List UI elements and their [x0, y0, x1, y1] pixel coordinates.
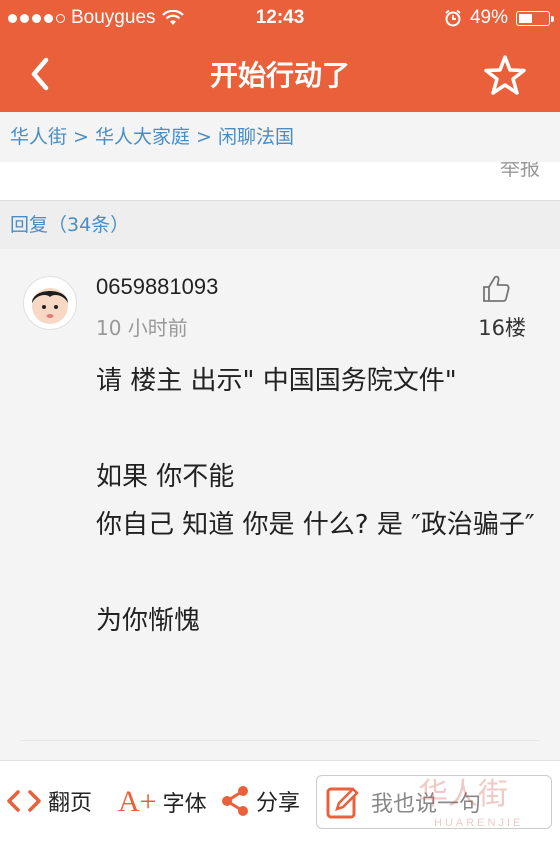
nav-bar: 开始行动了	[0, 36, 560, 112]
username[interactable]: 0659881093	[96, 274, 218, 300]
share-label: 分享	[256, 791, 301, 816]
thumbs-up-icon[interactable]	[480, 273, 512, 305]
floor-number: 16楼	[478, 316, 526, 340]
content-line	[96, 405, 536, 453]
star-icon[interactable]	[484, 54, 526, 96]
report-strip: 举报	[0, 162, 560, 201]
battery-percent: 49%	[469, 7, 508, 28]
post-content: 请 楼主 出示" 中国国务院文件" 如果 你不能 你自己 知道 你是 什么? 是…	[96, 357, 536, 645]
bottom-toolbar: 翻页 A+ 字体 分享 我也说一句 华人街 HUARENJIE	[0, 760, 560, 841]
page-label: 翻页	[48, 791, 93, 816]
battery-icon	[516, 10, 554, 26]
post-time: 10 小时前	[96, 316, 188, 340]
replies-header: 回复（34条）	[0, 201, 560, 249]
font-size-icon: A+	[118, 785, 157, 818]
breadcrumb[interactable]: 华人街 > 华人大家庭 > 闲聊法国	[0, 112, 560, 162]
divider	[20, 740, 540, 741]
status-right: 49%	[444, 7, 554, 29]
reply-post: 0659881093 10 小时前 16楼 请 楼主 出示" 中国国务院文件" …	[0, 249, 560, 759]
status-bar: Bouygues 12:43 49%	[0, 0, 560, 36]
content-line: 请 楼主 出示" 中国国务院文件"	[96, 366, 457, 396]
alarm-icon	[445, 9, 461, 27]
content-line	[96, 549, 536, 597]
page-button[interactable]: 翻页	[6, 785, 92, 817]
content-line: 你自己 知道 你是 什么? 是 ″政治骗子″	[96, 510, 535, 540]
edit-icon	[326, 787, 359, 819]
page-title: 开始行动了	[209, 59, 350, 92]
share-button[interactable]: 分享	[220, 785, 300, 817]
share-icon	[222, 786, 248, 816]
watermark-text: HUARENJIE	[434, 817, 524, 829]
report-link[interactable]: 举报	[500, 162, 540, 181]
content-line: 如果 你不能	[96, 462, 235, 492]
font-label: 字体	[162, 792, 207, 817]
content-line: 为你惭愧	[96, 606, 201, 636]
code-arrows-icon	[7, 790, 41, 812]
font-button[interactable]: A+ 字体	[118, 785, 207, 819]
avatar-face-icon	[32, 288, 68, 324]
battery-fill	[519, 13, 532, 23]
avatar[interactable]	[23, 276, 77, 330]
watermark-logo: 华人街	[418, 777, 508, 812]
